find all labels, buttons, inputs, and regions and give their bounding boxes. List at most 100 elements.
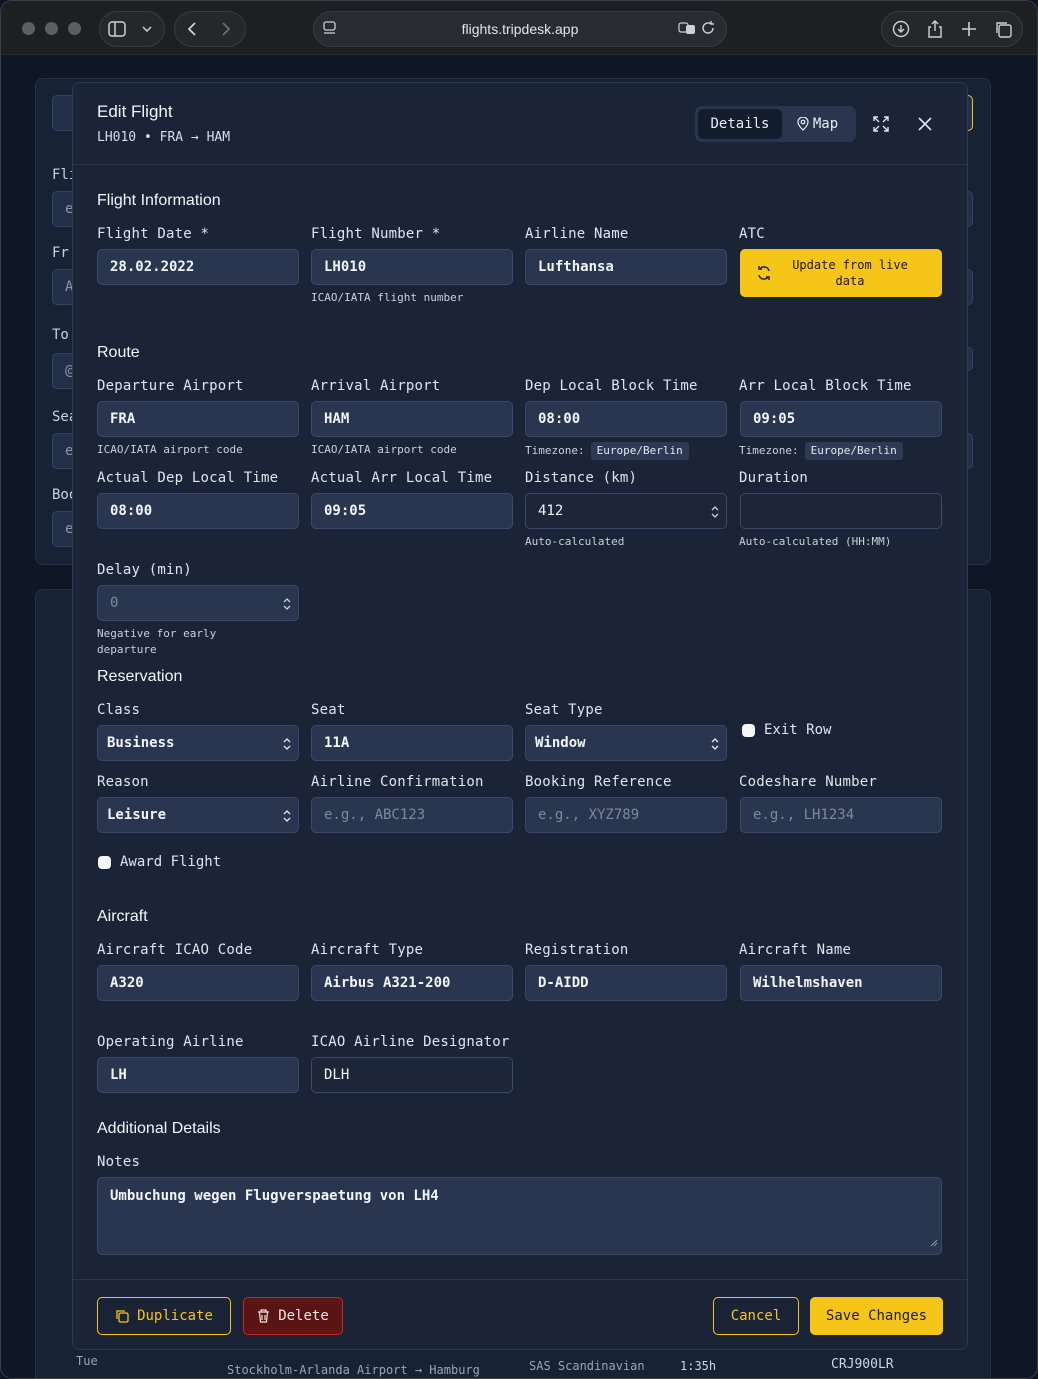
departure-airport-input[interactable]: FRA: [97, 401, 299, 437]
checkbox-box[interactable]: [98, 855, 111, 869]
delete-button[interactable]: Delete: [243, 1297, 343, 1335]
operating-airline-input[interactable]: LH: [97, 1057, 299, 1093]
class-select[interactable]: Business: [97, 725, 299, 761]
flight-number-hint: ICAO/IATA flight number: [311, 291, 464, 304]
flight-number-label: Flight Number *: [311, 226, 441, 242]
delay-placeholder: 0: [110, 595, 119, 611]
modal-subtitle: LH010 • FRA → HAM: [97, 130, 231, 145]
stepper-icon[interactable]: [710, 504, 720, 524]
timezone-label: Timezone:: [525, 444, 585, 457]
back-icon[interactable]: [175, 12, 209, 46]
close-icon[interactable]: [915, 114, 935, 134]
actual-arr-time-label: Actual Arr Local Time: [311, 470, 493, 486]
cancel-button[interactable]: Cancel: [713, 1297, 799, 1335]
view-toggle: Details Map: [695, 106, 856, 142]
airline-name-label: Airline Name: [525, 226, 629, 242]
operating-airline-label: Operating Airline: [97, 1034, 244, 1050]
chevron-down-icon[interactable]: [134, 12, 160, 46]
award-flight-label: Award Flight: [120, 854, 222, 870]
duration-input[interactable]: [740, 493, 942, 529]
url-text: flights.tripdesk.app: [461, 21, 579, 37]
zoom-window-button[interactable]: [68, 22, 81, 35]
bg-row-day: Tue: [76, 1354, 98, 1368]
timezone-label: Timezone:: [739, 444, 799, 457]
section-reservation: Reservation: [97, 668, 183, 685]
aircraft-icao-label: Aircraft ICAO Code: [97, 942, 253, 958]
trash-icon: [258, 1309, 270, 1323]
duplicate-label: Duplicate: [137, 1308, 213, 1324]
arrival-airport-input[interactable]: HAM: [311, 401, 513, 437]
map-pin-icon: [797, 117, 809, 131]
flight-date-label: Flight Date *: [97, 226, 210, 242]
icao-designator-input[interactable]: DLH: [311, 1057, 513, 1093]
bg-row-duration: 1:35h: [680, 1359, 717, 1373]
seat-input[interactable]: 11A: [311, 725, 513, 761]
new-tab-icon[interactable]: [952, 12, 986, 46]
toolbar-actions: [881, 11, 1023, 47]
class-value: Business: [107, 735, 175, 751]
codeshare-number-input[interactable]: e.g., LH1234: [740, 797, 942, 833]
atc-label: ATC: [739, 226, 765, 242]
delete-label: Delete: [278, 1308, 329, 1324]
award-flight-checkbox[interactable]: Award Flight: [98, 854, 221, 870]
flight-number-input[interactable]: LH010: [311, 249, 513, 285]
aircraft-type-label: Aircraft Type: [311, 942, 424, 958]
modal-header: Edit Flight LH010 • FRA → HAM Details Ma…: [73, 83, 967, 165]
aircraft-name-input[interactable]: Wilhelmshaven: [740, 965, 942, 1001]
section-route: Route: [97, 344, 140, 361]
dep-block-time-label: Dep Local Block Time: [525, 378, 698, 394]
resize-handle-icon[interactable]: [930, 1235, 938, 1251]
translate-icon[interactable]: [678, 20, 696, 39]
dep-timezone: Timezone: Europe/Berlin: [525, 442, 689, 460]
aircraft-name-label: Aircraft Name: [739, 942, 852, 958]
close-window-button[interactable]: [22, 22, 35, 35]
sidebar-icon[interactable]: [100, 12, 134, 46]
checkbox-box[interactable]: [742, 723, 755, 737]
airline-confirmation-input[interactable]: e.g., ABC123: [311, 797, 513, 833]
delay-input[interactable]: 0: [97, 585, 299, 621]
page-settings-icon[interactable]: [322, 20, 338, 39]
exit-row-checkbox[interactable]: Exit Row: [742, 722, 831, 738]
copy-icon: [116, 1310, 129, 1323]
distance-value: 412: [538, 503, 564, 519]
tab-overview-icon[interactable]: [986, 12, 1020, 46]
aircraft-icao-input[interactable]: A320: [97, 965, 299, 1001]
stepper-icon[interactable]: [282, 596, 292, 616]
update-live-data-label: Update from live data: [792, 258, 908, 288]
registration-input[interactable]: D-AIDD: [525, 965, 727, 1001]
arrival-airport-label: Arrival Airport: [311, 378, 441, 394]
select-chevron-icon: [710, 736, 720, 756]
delay-hint: Negative for early departure: [97, 627, 217, 656]
browser-window: flights.tripdesk.app Fli e Fr A To @ Sea…: [0, 0, 1038, 1379]
expand-icon[interactable]: [871, 114, 891, 134]
seat-type-select[interactable]: Window: [525, 725, 727, 761]
duplicate-button[interactable]: Duplicate: [97, 1297, 231, 1335]
dep-block-time-input[interactable]: 08:00: [525, 401, 727, 437]
duration-label: Duration: [739, 470, 809, 486]
select-chevron-icon: [282, 808, 292, 828]
tab-map[interactable]: Map: [782, 109, 853, 139]
forward-icon[interactable]: [209, 12, 243, 46]
reason-select[interactable]: Leisure: [97, 797, 299, 833]
navigation-group: [174, 11, 246, 47]
seat-type-label: Seat Type: [525, 702, 603, 718]
airline-name-input[interactable]: Lufthansa: [525, 249, 727, 285]
seat-label: Seat: [311, 702, 346, 718]
arr-block-time-input[interactable]: 09:05: [740, 401, 942, 437]
address-bar[interactable]: flights.tripdesk.app: [313, 11, 727, 47]
notes-textarea[interactable]: Umbuchung wegen Flugverspaetung von LH4: [97, 1177, 942, 1255]
update-live-data-button[interactable]: Update from live data: [740, 249, 942, 297]
minimize-window-button[interactable]: [45, 22, 58, 35]
save-changes-button[interactable]: Save Changes: [810, 1297, 943, 1335]
reload-icon[interactable]: [700, 20, 716, 39]
booking-reference-input[interactable]: e.g., XYZ789: [525, 797, 727, 833]
tab-details[interactable]: Details: [698, 109, 782, 139]
share-icon[interactable]: [918, 12, 952, 46]
distance-input[interactable]: 412: [525, 493, 727, 529]
flight-date-input[interactable]: 28.02.2022: [97, 249, 299, 285]
download-icon[interactable]: [884, 12, 918, 46]
actual-arr-time-input[interactable]: 09:05: [311, 493, 513, 529]
actual-dep-time-input[interactable]: 08:00: [97, 493, 299, 529]
aircraft-type-input[interactable]: Airbus A321-200: [311, 965, 513, 1001]
arrival-airport-hint: ICAO/IATA airport code: [311, 443, 457, 456]
